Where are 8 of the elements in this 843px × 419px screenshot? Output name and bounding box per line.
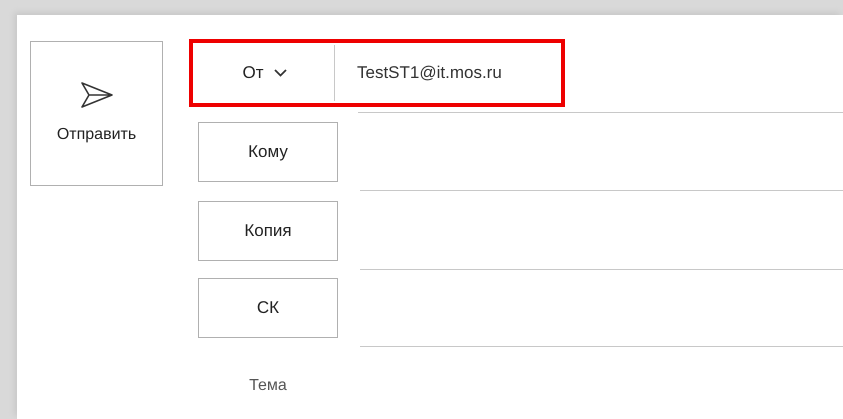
from-address: TestST1@it.mos.ru (356, 62, 502, 84)
subject-label: Тема (249, 377, 287, 394)
recipient-button[interactable]: Кому (198, 122, 338, 182)
recipient-button[interactable]: СК (198, 278, 338, 338)
send-icon (80, 80, 114, 108)
send-button[interactable]: Отправить (30, 41, 163, 186)
chevron-down-icon (274, 69, 286, 77)
recipient-button[interactable]: Копия (198, 201, 338, 261)
